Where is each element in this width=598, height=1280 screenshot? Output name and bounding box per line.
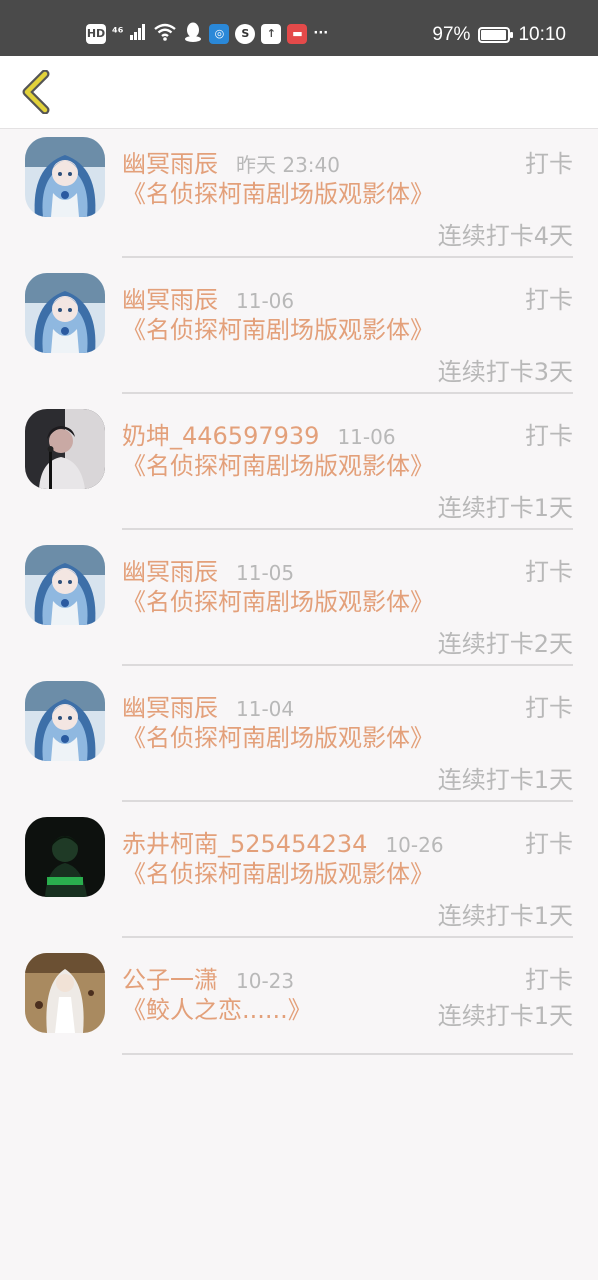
checkin-action-label: 打卡: [525, 830, 573, 858]
chevron-left-icon: [22, 70, 50, 114]
user-name[interactable]: 奶坤_446597939: [122, 416, 319, 451]
checkin-list-item[interactable]: 幽冥雨辰 11-05 打卡《名侦探柯南剧场版观影体》 连续打卡2天: [0, 538, 598, 674]
checkin-action-label: 打卡: [525, 150, 573, 178]
checkin-action-label: 打卡: [525, 966, 573, 994]
streak-label: 连续打卡1天: [437, 494, 573, 522]
user-avatar[interactable]: [25, 409, 105, 489]
clock: 10:10: [518, 24, 566, 45]
wifi-icon: [153, 22, 177, 46]
streak-label: 连续打卡1天: [437, 902, 573, 930]
checkin-time: 11-04: [236, 697, 295, 721]
book-title-link[interactable]: 《名侦探柯南剧场版观影体》: [122, 176, 434, 212]
checkin-list-item[interactable]: 公子一潇 10-23 打卡《鲛人之恋......》 连续打卡1天: [0, 946, 598, 1056]
user-name[interactable]: 赤井柯南_525454234: [122, 824, 367, 859]
checkin-list-item[interactable]: 幽冥雨辰 11-06 打卡《名侦探柯南剧场版观影体》 连续打卡3天: [0, 266, 598, 402]
checkin-list-item[interactable]: 幽冥雨辰 昨天 23:40 打卡《名侦探柯南剧场版观影体》 连续打卡4天: [0, 130, 598, 266]
item-content: 公子一潇 10-23 打卡《鲛人之恋......》 连续打卡1天: [122, 960, 573, 1055]
user-avatar[interactable]: [25, 953, 105, 1033]
status-icons: HD ⁴⁶ ◎ S ↑ ▬ ···: [86, 22, 328, 46]
name-line: 幽冥雨辰 昨天 23:40: [122, 144, 340, 179]
item-content: 赤井柯南_525454234 10-26 打卡《名侦探柯南剧场版观影体》 连续打卡1天: [122, 824, 573, 938]
user-name[interactable]: 幽冥雨辰: [122, 688, 218, 723]
item-content: 幽冥雨辰 昨天 23:40 打卡《名侦探柯南剧场版观影体》 连续打卡4天: [122, 144, 573, 258]
checkin-action-label: 打卡: [525, 558, 573, 586]
user-name[interactable]: 幽冥雨辰: [122, 144, 218, 179]
streak-label: 连续打卡1天: [437, 766, 573, 794]
user-name[interactable]: 幽冥雨辰: [122, 280, 218, 315]
book-title-link[interactable]: 《名侦探柯南剧场版观影体》: [122, 720, 434, 756]
user-avatar[interactable]: [25, 681, 105, 761]
browser-app-icon: ◎: [209, 24, 230, 44]
streak-label: 连续打卡2天: [437, 630, 573, 658]
name-line: 奶坤_446597939 11-06: [122, 416, 396, 451]
checkin-list-item[interactable]: 幽冥雨辰 11-04 打卡《名侦探柯南剧场版观影体》 连续打卡1天: [0, 674, 598, 810]
streak-label: 连续打卡3天: [437, 358, 573, 386]
checkin-action-label: 打卡: [525, 694, 573, 722]
checkin-time: 11-06: [236, 289, 295, 313]
item-content: 幽冥雨辰 11-04 打卡《名侦探柯南剧场版观影体》 连续打卡1天: [122, 688, 573, 802]
qq-icon: [183, 21, 203, 47]
status-bar: HD ⁴⁶ ◎ S ↑ ▬ ··· 97% 10:10: [0, 0, 598, 56]
user-avatar[interactable]: [25, 137, 105, 217]
app-red-icon: ▬: [287, 24, 308, 44]
name-line: 幽冥雨辰 11-05: [122, 552, 294, 587]
sogou-icon: S: [235, 24, 256, 44]
battery-percent: 97%: [432, 24, 471, 45]
network-4g-icon: ⁴⁶: [112, 26, 124, 41]
name-line: 赤井柯南_525454234 10-26: [122, 824, 444, 859]
checkin-list-item[interactable]: 奶坤_446597939 11-06 打卡《名侦探柯南剧场版观影体》 连续打卡1天: [0, 402, 598, 538]
book-title-link[interactable]: 《名侦探柯南剧场版观影体》: [122, 856, 434, 892]
streak-label: 连续打卡1天: [437, 1002, 573, 1030]
name-line: 幽冥雨辰 11-06: [122, 280, 294, 315]
battery-icon: [478, 27, 514, 43]
checkin-time: 10-23: [236, 969, 295, 993]
checkin-time: 11-06: [337, 425, 396, 449]
checkin-time: 11-05: [236, 561, 295, 585]
back-button[interactable]: [12, 68, 60, 116]
hd-icon: HD: [86, 24, 106, 44]
book-title-link[interactable]: 《名侦探柯南剧场版观影体》: [122, 448, 434, 484]
streak-label: 连续打卡4天: [437, 222, 573, 250]
user-avatar[interactable]: [25, 273, 105, 353]
book-title-link[interactable]: 《名侦探柯南剧场版观影体》: [122, 584, 434, 620]
item-content: 幽冥雨辰 11-05 打卡《名侦探柯南剧场版观影体》 连续打卡2天: [122, 552, 573, 666]
book-title-link[interactable]: 《鲛人之恋......》: [122, 992, 422, 1028]
user-avatar[interactable]: [25, 545, 105, 625]
checkin-list-item[interactable]: 赤井柯南_525454234 10-26 打卡《名侦探柯南剧场版观影体》 连续打卡1天: [0, 810, 598, 946]
name-line: 幽冥雨辰 11-04: [122, 688, 294, 723]
user-avatar[interactable]: [25, 817, 105, 897]
checkin-time: 昨天 23:40: [236, 153, 340, 177]
user-name[interactable]: 幽冥雨辰: [122, 552, 218, 587]
upload-icon: ↑: [261, 24, 282, 44]
signal-icon: [129, 23, 147, 45]
top-bar: [0, 56, 598, 129]
checkin-action-label: 打卡: [525, 422, 573, 450]
book-title-link[interactable]: 《名侦探柯南剧场版观影体》: [122, 312, 434, 348]
name-line: 公子一潇 10-23: [122, 960, 294, 995]
status-right: 97% 10:10: [432, 22, 566, 48]
item-content: 幽冥雨辰 11-06 打卡《名侦探柯南剧场版观影体》 连续打卡3天: [122, 280, 573, 394]
checkin-action-label: 打卡: [525, 286, 573, 314]
item-content: 奶坤_446597939 11-06 打卡《名侦探柯南剧场版观影体》 连续打卡1天: [122, 416, 573, 530]
user-name[interactable]: 公子一潇: [122, 960, 218, 995]
checkin-time: 10-26: [385, 833, 444, 857]
more-icon: ···: [313, 26, 329, 41]
